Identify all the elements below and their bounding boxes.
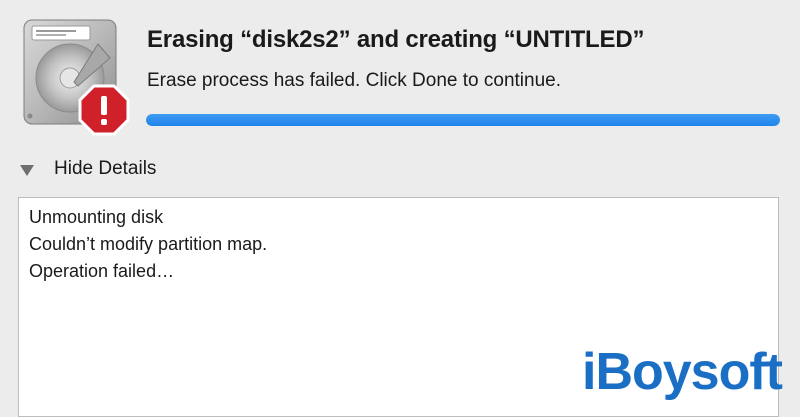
progress-bar [146,114,780,126]
iboysoft-watermark-logo: iBoysoft [582,343,783,401]
warning-stop-icon [78,84,130,136]
dialog-title: Erasing “disk2s2” and creating “UNTITLED… [147,26,645,53]
erase-dialog: Erasing “disk2s2” and creating “UNTITLED… [0,0,800,417]
details-toggle-label: Hide Details [54,158,157,179]
log-line: Unmounting disk [29,207,164,227]
progress-bar-fill [146,114,780,126]
log-line: Couldn’t modify partition map. [29,234,268,254]
dialog-status-message: Erase process has failed. Click Done to … [147,70,561,91]
log-line: Operation failed… [29,261,175,281]
disclosure-triangle-icon[interactable] [20,164,34,176]
hide-details-toggle[interactable]: Hide Details [20,158,156,180]
